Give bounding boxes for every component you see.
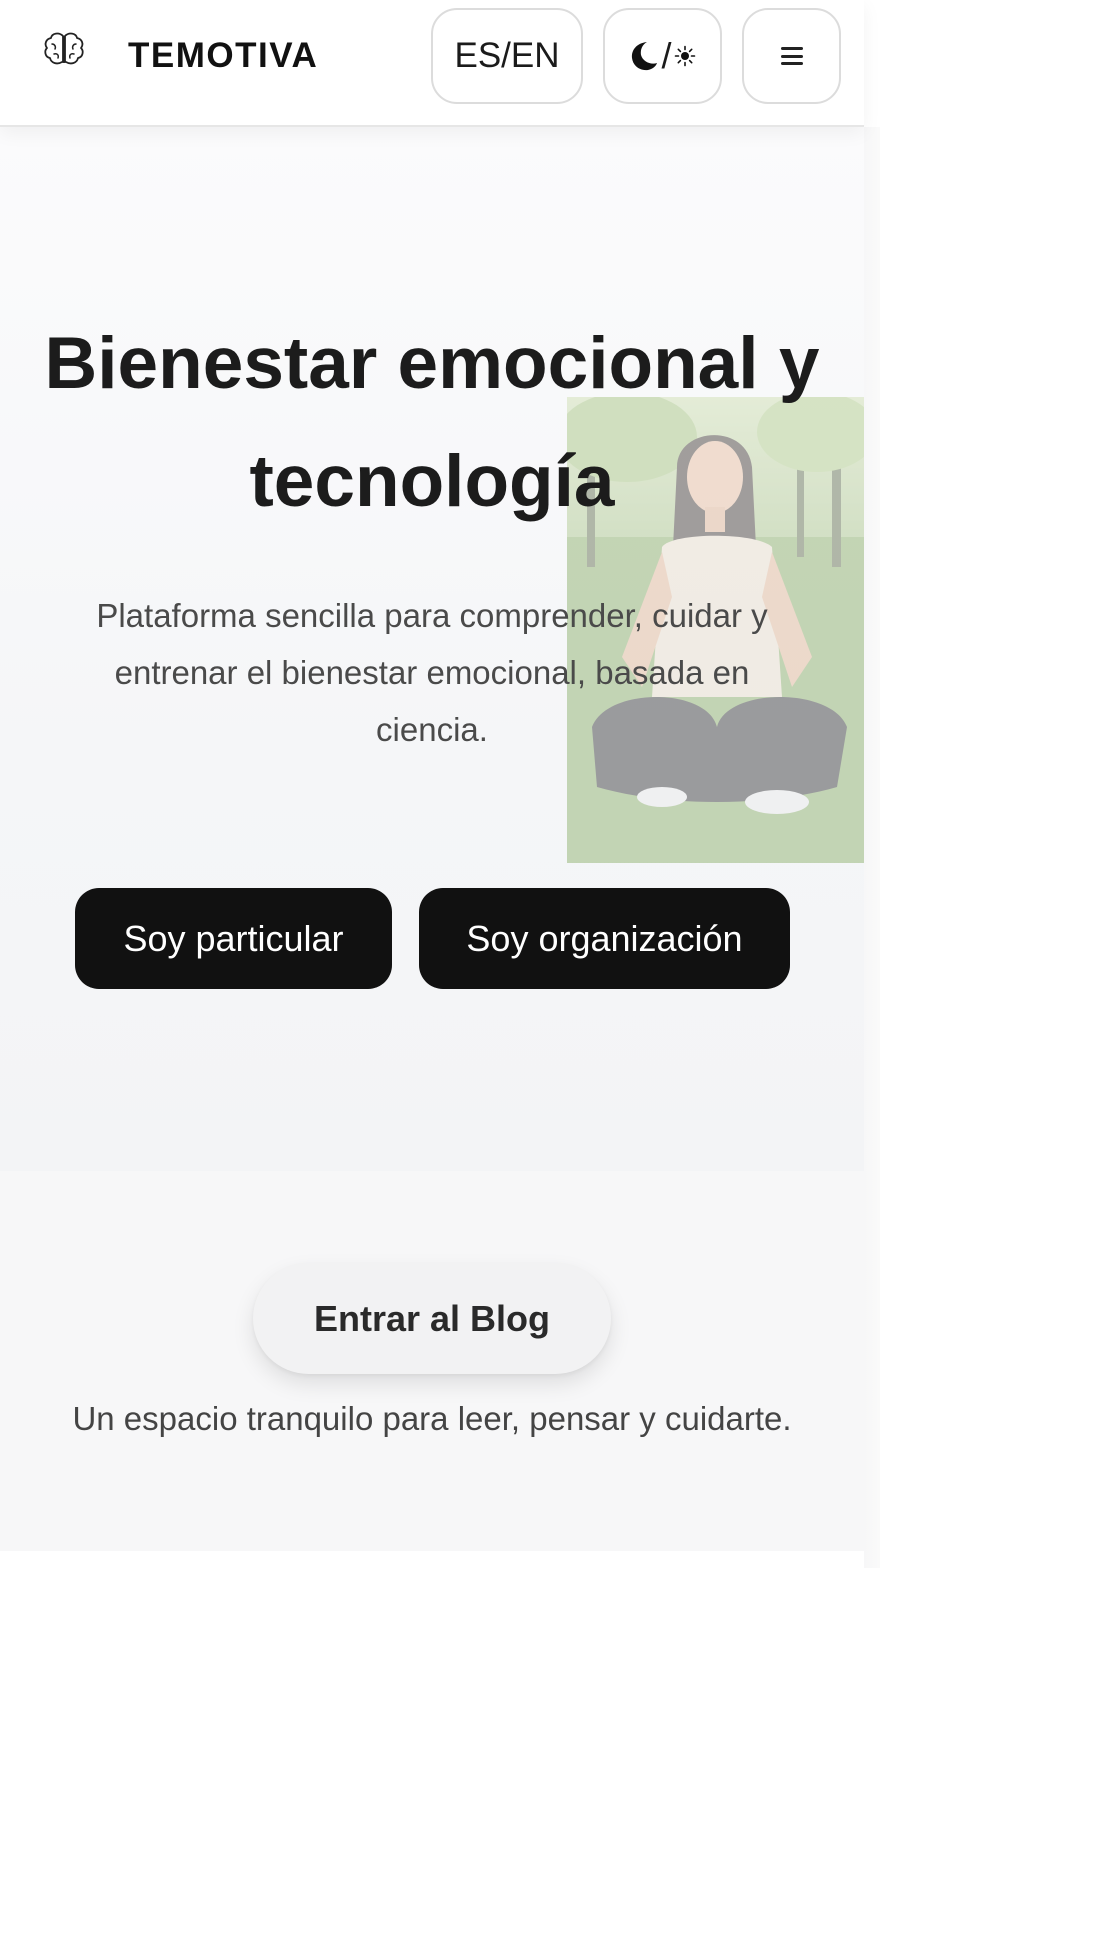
moon-icon: [632, 42, 658, 71]
menu-button[interactable]: [742, 8, 841, 104]
hero-subtitle-line: ciencia.: [376, 711, 488, 748]
organization-cta-button[interactable]: Soy organización: [419, 888, 790, 989]
theme-separator: /: [661, 35, 672, 76]
theme-toggle-content: /: [629, 35, 695, 77]
hero-title-line: tecnología: [249, 441, 615, 522]
language-toggle-label: ES/EN: [454, 36, 560, 75]
sun-icon: [674, 45, 695, 67]
hero-subtitle-line: Plataforma sencilla para comprender, cui…: [96, 597, 768, 634]
hamburger-icon: [780, 47, 803, 65]
blog-tagline: Un espacio tranquilo para leer, pensar y…: [72, 1400, 792, 1437]
brain-icon[interactable]: [42, 30, 86, 70]
page-edge: [864, 127, 880, 1568]
blog-section: Entrar al Blog Un espacio tranquilo para…: [0, 1171, 864, 1551]
hero-section: Bienestar emocional y tecnología Platafo…: [0, 127, 864, 1171]
hero-title: Bienestar emocional y tecnología: [0, 305, 864, 541]
theme-toggle-button[interactable]: /: [603, 8, 722, 104]
hero-subtitle-line: entrenar el bienestar emocional, basada …: [114, 654, 750, 691]
individual-cta-button[interactable]: Soy particular: [75, 888, 392, 989]
enter-blog-button[interactable]: Entrar al Blog: [253, 1263, 611, 1374]
top-navbar: TEMOTIVA ES/EN /: [0, 0, 864, 127]
language-toggle-button[interactable]: ES/EN: [431, 8, 583, 104]
hero-subtitle: Plataforma sencilla para comprender, cui…: [40, 587, 824, 758]
brand-name[interactable]: TEMOTIVA: [128, 36, 318, 76]
hero-title-line: Bienestar emocional y: [44, 323, 820, 404]
